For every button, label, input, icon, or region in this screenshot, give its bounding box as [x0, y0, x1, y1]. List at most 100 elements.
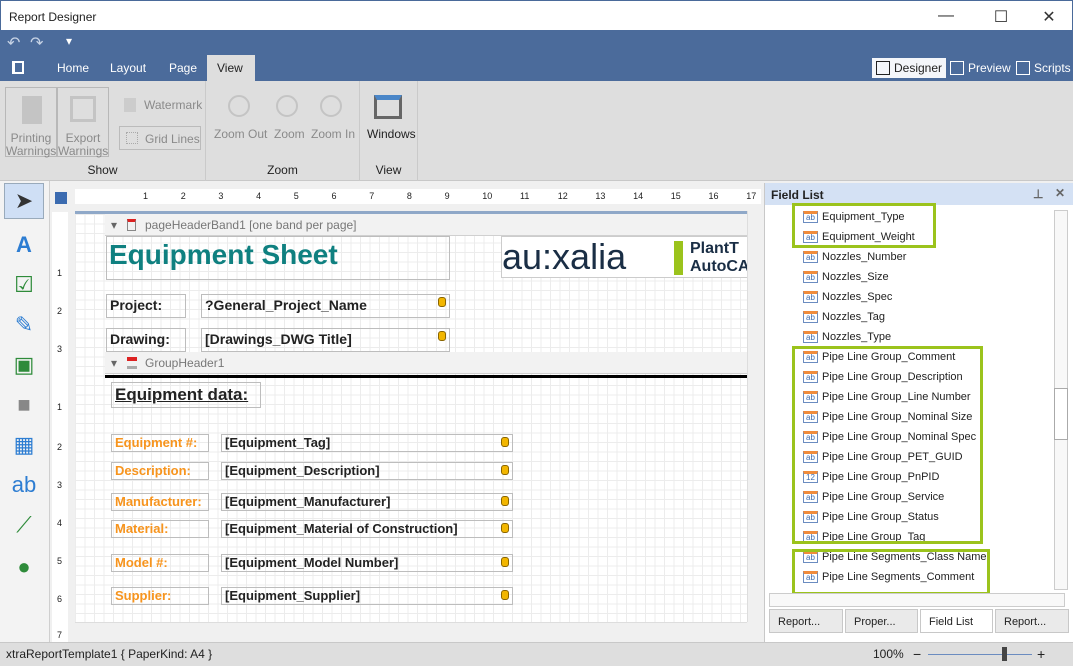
band-icon	[127, 219, 136, 231]
tab-home[interactable]: Home	[47, 55, 99, 81]
zoom-slider[interactable]	[928, 654, 1032, 655]
zoom-plus-button[interactable]: +	[1037, 643, 1045, 665]
collapse-icon[interactable]: ▾	[111, 214, 117, 236]
richtext-tool[interactable]: ✎	[4, 307, 44, 343]
ruler-tick-label: 5	[293, 191, 299, 201]
field-label[interactable]: Equipment #:	[111, 434, 209, 452]
drawing-field[interactable]: [Drawings_DWG Title]	[201, 328, 450, 352]
logo-picture[interactable]: au:xalia PlantT AutoCA	[501, 236, 747, 278]
database-icon	[501, 496, 509, 506]
panel-tool[interactable]: ■	[4, 387, 44, 423]
vertical-scrollbar[interactable]	[747, 211, 761, 622]
field-value-text: [Equipment_Material of Construction]	[225, 521, 458, 536]
properties-tab[interactable]: Proper...	[845, 609, 918, 633]
export-icon	[70, 96, 96, 122]
tab-view[interactable]: View	[207, 55, 255, 81]
watermark-button[interactable]: Watermark	[144, 98, 202, 112]
ruler-tick-label: 4	[57, 518, 63, 528]
scripts-icon	[1016, 61, 1030, 75]
printing-warnings-button[interactable]: Printing Warnings	[5, 87, 57, 158]
pointer-tool[interactable]: ➤	[4, 183, 44, 219]
scripts-tab[interactable]: Scripts	[1012, 58, 1073, 78]
report-gallery-tab[interactable]: Report...	[995, 609, 1069, 633]
export-warnings-button[interactable]: Export Warnings	[57, 87, 109, 158]
field-list-item[interactable]: ab Nozzles_Size	[803, 267, 889, 287]
redo-icon[interactable]: ↷	[30, 33, 43, 53]
scripts-label: Scripts	[1034, 61, 1071, 75]
zoom-slider-thumb[interactable]	[1002, 647, 1007, 661]
minimize-button[interactable]: —	[936, 7, 956, 25]
character-comb-tool[interactable]: ab	[4, 467, 44, 503]
ruler-tick-label: 11	[520, 191, 530, 201]
group-header-band[interactable]: ▾ GroupHeader1	[105, 352, 747, 374]
ruler-tick-label: 1	[57, 268, 63, 278]
field-value[interactable]: [Equipment_Description]	[221, 462, 513, 480]
zoom-in-button[interactable]: Zoom In	[311, 127, 355, 141]
checkbox-tool[interactable]: ☑	[4, 267, 44, 303]
label-tool[interactable]: A	[4, 227, 44, 263]
shape-tool[interactable]: ●	[4, 549, 44, 585]
picture-tool[interactable]: ▣	[4, 347, 44, 383]
table-tool[interactable]: ▦	[4, 427, 44, 463]
field-label[interactable]: Model #:	[111, 554, 209, 572]
title-bar: Report Designer — ☐ ✕	[0, 0, 1073, 30]
field-list-title: Field List	[771, 188, 824, 202]
grid-lines-button[interactable]: Grid Lines	[119, 126, 201, 150]
windows-button[interactable]: Windows	[367, 127, 416, 141]
field-list-tab[interactable]: Field List	[920, 609, 993, 633]
design-surface[interactable]: ▾ pageHeaderBand1 [one band per page] Eq…	[75, 211, 747, 622]
field-value[interactable]: [Equipment_Supplier]	[221, 587, 513, 605]
page-header-band[interactable]: ▾ pageHeaderBand1 [one band per page]	[105, 214, 747, 236]
field-value[interactable]: [Equipment_Tag]	[221, 434, 513, 452]
project-field[interactable]: ?General_Project_Name	[201, 294, 450, 318]
field-list-item[interactable]: ab Nozzles_Number	[803, 247, 906, 267]
field-list-item[interactable]: ab Nozzles_Type	[803, 327, 891, 347]
field-list-hscrollbar[interactable]	[769, 593, 1065, 607]
ruler-tick-label: 3	[57, 344, 63, 354]
collapse-icon[interactable]: ▾	[111, 352, 117, 374]
tab-page[interactable]: Page	[159, 55, 207, 81]
tab-layout[interactable]: Layout	[100, 55, 156, 81]
field-value-text: [Equipment_Tag]	[225, 435, 331, 450]
field-list-item[interactable]: ab Nozzles_Tag	[803, 307, 885, 327]
field-label[interactable]: Supplier:	[111, 587, 209, 605]
report-explorer-tab[interactable]: Report...	[769, 609, 843, 633]
line-tool[interactable]: ⟋	[4, 507, 44, 543]
undo-icon[interactable]: ↶	[7, 33, 20, 53]
field-value[interactable]: [Equipment_Manufacturer]	[221, 493, 513, 511]
customize-dropdown-icon[interactable]: ▾	[66, 34, 72, 48]
windows-icon	[374, 95, 402, 119]
database-icon	[438, 331, 446, 341]
band-label: pageHeaderBand1 [one band per page]	[145, 218, 357, 232]
report-title[interactable]: Equipment Sheet	[106, 236, 450, 280]
project-label[interactable]: Project:	[106, 294, 186, 318]
maximize-button[interactable]: ☐	[991, 7, 1011, 27]
zoom-button[interactable]: Zoom	[274, 127, 305, 141]
field-value[interactable]: [Equipment_Material of Construction]	[221, 520, 513, 538]
watermark-icon	[124, 98, 136, 112]
field-list-item[interactable]: ab Nozzles_Spec	[803, 287, 892, 307]
ribbon-tabs: Home Layout Page View Designer Preview S…	[0, 55, 1073, 81]
scroll-thumb[interactable]	[1054, 388, 1068, 440]
field-label[interactable]: Material:	[111, 520, 209, 538]
close-button[interactable]: ✕	[1039, 7, 1059, 27]
horizontal-scrollbar[interactable]	[75, 622, 747, 636]
designer-tab[interactable]: Designer	[872, 58, 947, 78]
field-label[interactable]: Manufacturer:	[111, 493, 209, 511]
zoom-minus-button[interactable]: −	[913, 643, 921, 665]
zoom-out-button[interactable]: Zoom Out	[214, 127, 267, 141]
warning-icon	[22, 96, 42, 124]
separator-line[interactable]	[105, 375, 747, 378]
string-field-icon: ab	[803, 331, 818, 344]
field-value[interactable]: [Equipment_Model Number]	[221, 554, 513, 572]
close-panel-icon[interactable]: ✕	[1055, 186, 1065, 200]
view-group-label: View	[375, 163, 402, 177]
section-title[interactable]: Equipment data:	[111, 382, 261, 408]
preview-tab[interactable]: Preview	[946, 58, 1015, 78]
pin-icon[interactable]: ⊥	[1033, 187, 1043, 201]
file-menu-icon[interactable]	[12, 61, 24, 74]
field-label[interactable]: Description:	[111, 462, 209, 480]
ruler-corner-icon[interactable]	[55, 192, 67, 204]
string-field-icon: ab	[803, 291, 818, 304]
drawing-label[interactable]: Drawing:	[106, 328, 186, 352]
